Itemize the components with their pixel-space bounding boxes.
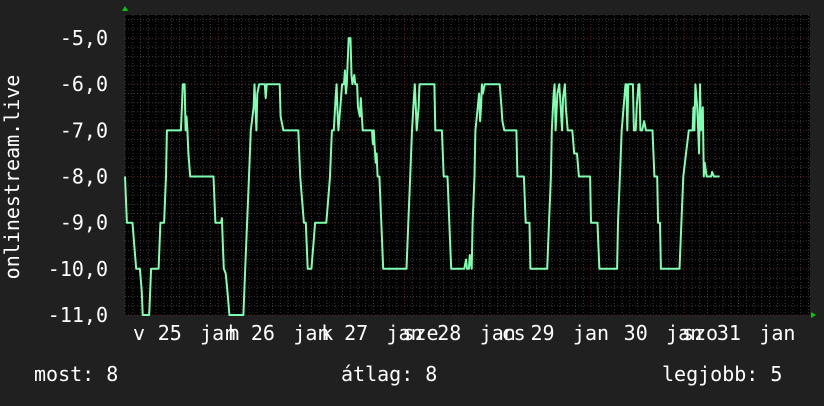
x-tick-label: 27 [344,321,368,345]
y-tick-label: -10,0 [48,257,108,281]
x-tick-label: cs [502,321,526,345]
x-tick-label: jan [759,321,795,345]
x-tick-label: 30 [624,321,648,345]
y-tick-label: -7,0 [60,118,108,142]
x-tick-label: h [228,321,240,345]
x-tick-label: 25 [158,321,182,345]
x-tick-label: 28 [437,321,461,345]
x-tick-label: k [321,321,333,345]
y-tick-label: -11,0 [48,303,108,327]
chart: -5,0 -6,0 -7,0 -8,0 -9,0 -10,0 -11,0 v 25 jan h 26 j… [0,0,824,402]
x-tick-label: v [133,321,145,345]
stat-most: most: 8 [34,362,119,386]
x-tick-label: 29 [530,321,554,345]
y-tick-label: -6,0 [60,72,108,96]
x-tick-label: 26 [251,321,275,345]
stat-legjobb: legjobb: 5 [662,362,783,386]
y-tick-label: -9,0 [60,211,108,235]
stat-atlag: átlag: 8 [341,362,438,386]
x-tick-label: 31 [717,321,741,345]
x-tick-label: sze [402,321,438,345]
x-tick-label: szo [682,321,718,345]
y-tick-label: -5,0 [60,26,108,50]
x-axis-arrow [811,312,816,318]
y-axis-arrow [122,6,128,11]
x-tick-label: jan [573,321,609,345]
y-tick-label: -8,0 [60,165,108,189]
chart-svg: -5,0 -6,0 -7,0 -8,0 -9,0 -10,0 -11,0 v 25 jan h 26 j… [0,6,816,345]
y-axis-label: onlinestream.live [0,75,24,280]
